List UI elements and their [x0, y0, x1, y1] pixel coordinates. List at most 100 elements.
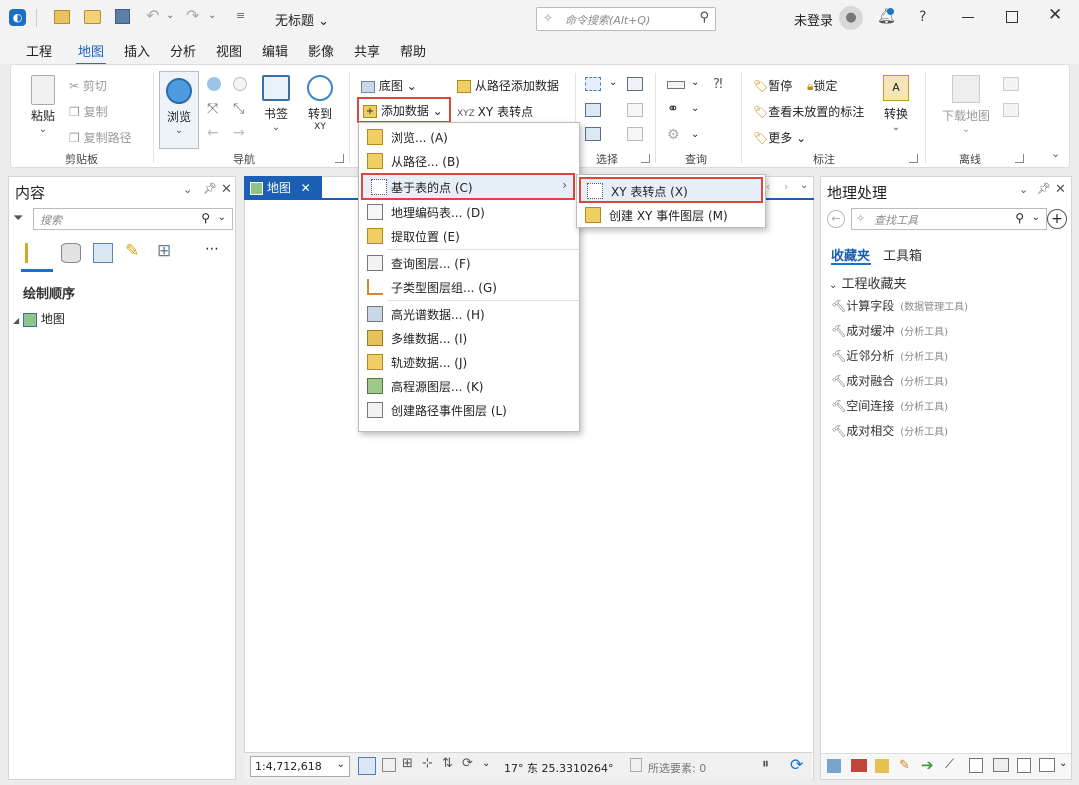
- pin-icon[interactable]: 📌︎: [1037, 182, 1051, 195]
- undo-icon[interactable]: ↶: [146, 6, 159, 25]
- symbology-icon[interactable]: [875, 759, 889, 773]
- close-icon[interactable]: ✕: [221, 182, 232, 197]
- tab-help[interactable]: 帮助: [400, 41, 426, 60]
- filter-icon[interactable]: ⏷: [13, 211, 23, 226]
- menu-item-add-from-path[interactable]: 从路径... (B): [359, 149, 579, 173]
- add-tool-icon[interactable]: +: [1047, 209, 1067, 229]
- dialog-launcher-icon[interactable]: [641, 154, 650, 163]
- tab-toolboxes[interactable]: 工具箱: [883, 245, 922, 264]
- chevron-down-icon[interactable]: ⌄: [208, 10, 216, 21]
- catalog-icon[interactable]: [827, 759, 841, 773]
- menu-item-xy-table-to-point[interactable]: XY 表转点 (X): [579, 177, 763, 203]
- select-by-attributes-icon[interactable]: [585, 103, 601, 117]
- chevron-down-icon[interactable]: ⌄: [1059, 758, 1067, 769]
- chevron-down-icon[interactable]: ⌄: [691, 77, 699, 88]
- save-icon[interactable]: [115, 9, 130, 24]
- grid-toggle-icon[interactable]: [358, 757, 376, 775]
- document-title[interactable]: 无标题 ⌄: [275, 10, 329, 29]
- tool-item[interactable]: 🔨︎空间连接 (分析工具): [831, 397, 948, 414]
- more-options-icon[interactable]: ⋯: [205, 241, 219, 257]
- tab-insert[interactable]: 插入: [124, 41, 150, 60]
- expand-triangle-icon[interactable]: ◢: [13, 316, 19, 325]
- tool-item[interactable]: 🔨︎成对融合 (分析工具): [831, 372, 948, 389]
- convert-labels-button[interactable]: A 转换 ⌄: [879, 75, 913, 133]
- list-by-source-icon[interactable]: [61, 243, 81, 263]
- zoom-to-selection-icon[interactable]: [627, 103, 643, 117]
- menu-item-subtype-group[interactable]: 子类型图层组... (G): [359, 275, 579, 299]
- menu-item-browse[interactable]: 浏览... (A): [359, 125, 579, 149]
- snapping-icon[interactable]: ⊞: [402, 756, 413, 771]
- binoculars-icon[interactable]: ⚭: [667, 101, 679, 117]
- copy-button[interactable]: ❐ 复制: [69, 103, 108, 120]
- tab-list-chevron-icon[interactable]: ⌄: [800, 180, 808, 191]
- cut-button[interactable]: ✂ 剪切: [69, 77, 107, 94]
- goto-xy-button[interactable]: 转到 XY: [303, 75, 337, 132]
- zoom-out-arrows-icon[interactable]: ⤡: [233, 101, 244, 117]
- chevron-down-icon[interactable]: ⌄: [609, 77, 617, 88]
- print-icon[interactable]: [993, 758, 1009, 772]
- maximize-button[interactable]: [1006, 11, 1018, 23]
- customize-toolbar-icon[interactable]: ≡: [236, 9, 245, 22]
- fixed-zoom-icon[interactable]: [233, 77, 247, 91]
- edit-vertices-icon[interactable]: ⟋: [945, 757, 954, 772]
- menu-item-elevation-source[interactable]: 高程源图层... (K): [359, 374, 579, 398]
- chevron-down-icon[interactable]: ⌄: [183, 183, 192, 196]
- chevron-down-icon[interactable]: ⌄: [1032, 212, 1040, 223]
- map-view-tab[interactable]: 地图 ✕: [244, 176, 322, 198]
- download-map-button[interactable]: 下载地图 ⌄: [939, 75, 993, 135]
- search-icon[interactable]: ⚲: [699, 10, 709, 25]
- tool-item[interactable]: 🔨︎计算字段 (数据管理工具): [831, 297, 968, 314]
- tool-item[interactable]: 🔨︎成对相交 (分析工具): [831, 422, 948, 439]
- select-tool-icon[interactable]: [585, 77, 601, 91]
- close-icon[interactable]: ✕: [1055, 182, 1066, 197]
- chevron-down-icon[interactable]: ⌄: [691, 103, 699, 114]
- scale-select[interactable]: 1:4,712,618 ⌄: [250, 756, 350, 777]
- tab-view[interactable]: 视图: [216, 41, 242, 60]
- more-labeling-button[interactable]: 🏷︎更多 ⌄: [753, 129, 806, 146]
- menu-item-hyperspectral[interactable]: 高光谱数据... (H): [359, 302, 579, 326]
- list-by-snapping-icon[interactable]: ⊞: [157, 241, 171, 261]
- open-project-icon[interactable]: [84, 10, 101, 24]
- menu-item-route-event[interactable]: 创建路径事件图层 (L): [359, 398, 579, 422]
- add-data-button[interactable]: + 添加数据 ⌄: [357, 97, 451, 123]
- minimize-button[interactable]: [962, 17, 974, 18]
- close-button[interactable]: ✕: [1048, 5, 1062, 25]
- tab-scroll-left-icon[interactable]: ‹: [766, 180, 770, 193]
- tab-imagery[interactable]: 影像: [308, 41, 334, 60]
- menu-item-multidimensional[interactable]: 多维数据... (I): [359, 326, 579, 350]
- chevron-down-icon[interactable]: ⌄: [337, 759, 345, 770]
- paste-button[interactable]: 粘贴 ⌄: [27, 75, 59, 135]
- refresh-options-icon[interactable]: ⟳: [462, 756, 473, 771]
- back-arrow-icon[interactable]: ←: [207, 125, 219, 141]
- infographic-icon[interactable]: ⚙: [667, 127, 680, 143]
- sync-offline-icon[interactable]: [1003, 77, 1019, 91]
- menu-item-query-layer[interactable]: 查询图层... (F): [359, 251, 579, 275]
- menu-item-geocode-table[interactable]: 地理编码表... (D): [359, 200, 579, 224]
- labeling-pane-icon[interactable]: ✎: [899, 758, 910, 773]
- tab-edit[interactable]: 编辑: [262, 41, 288, 60]
- more-panes-icon[interactable]: [1039, 758, 1055, 772]
- chevron-down-icon[interactable]: ⌄: [691, 129, 699, 140]
- contents-search-input[interactable]: 搜索 ⚲ ⌄: [33, 208, 233, 230]
- find-tools-input[interactable]: ✧ 查找工具 ⚲ ⌄: [851, 208, 1047, 230]
- toolbox-icon[interactable]: [851, 759, 867, 772]
- zoom-in-arrows-icon[interactable]: ⤧: [207, 101, 218, 117]
- locate-icon[interactable]: ⁈: [713, 77, 723, 92]
- menu-item-xy-event-layer[interactable]: 创建 XY 事件图层 (M): [577, 203, 765, 227]
- layout-icon[interactable]: [1017, 758, 1031, 773]
- search-icon[interactable]: ⚲: [201, 211, 210, 225]
- pin-icon[interactable]: 📌︎: [203, 182, 217, 195]
- tab-share[interactable]: 共享: [354, 41, 380, 60]
- refresh-icon[interactable]: ⟳: [790, 755, 803, 774]
- select-by-location-icon[interactable]: [585, 127, 601, 141]
- dialog-launcher-icon[interactable]: [909, 154, 918, 163]
- lock-labeling-button[interactable]: 🔒︎锁定: [807, 77, 837, 94]
- back-icon[interactable]: ←: [827, 210, 845, 228]
- user-status-label[interactable]: 未登录: [794, 10, 833, 29]
- bookmarks-button[interactable]: 书签 ⌄: [259, 75, 293, 133]
- history-icon[interactable]: [969, 758, 983, 773]
- command-search-input[interactable]: ✧ 命令搜索(Alt+Q) ⚲: [536, 7, 716, 31]
- arrow-icon[interactable]: ➔: [921, 756, 934, 774]
- full-extent-icon[interactable]: [207, 77, 221, 91]
- redo-icon[interactable]: ↷: [186, 6, 199, 25]
